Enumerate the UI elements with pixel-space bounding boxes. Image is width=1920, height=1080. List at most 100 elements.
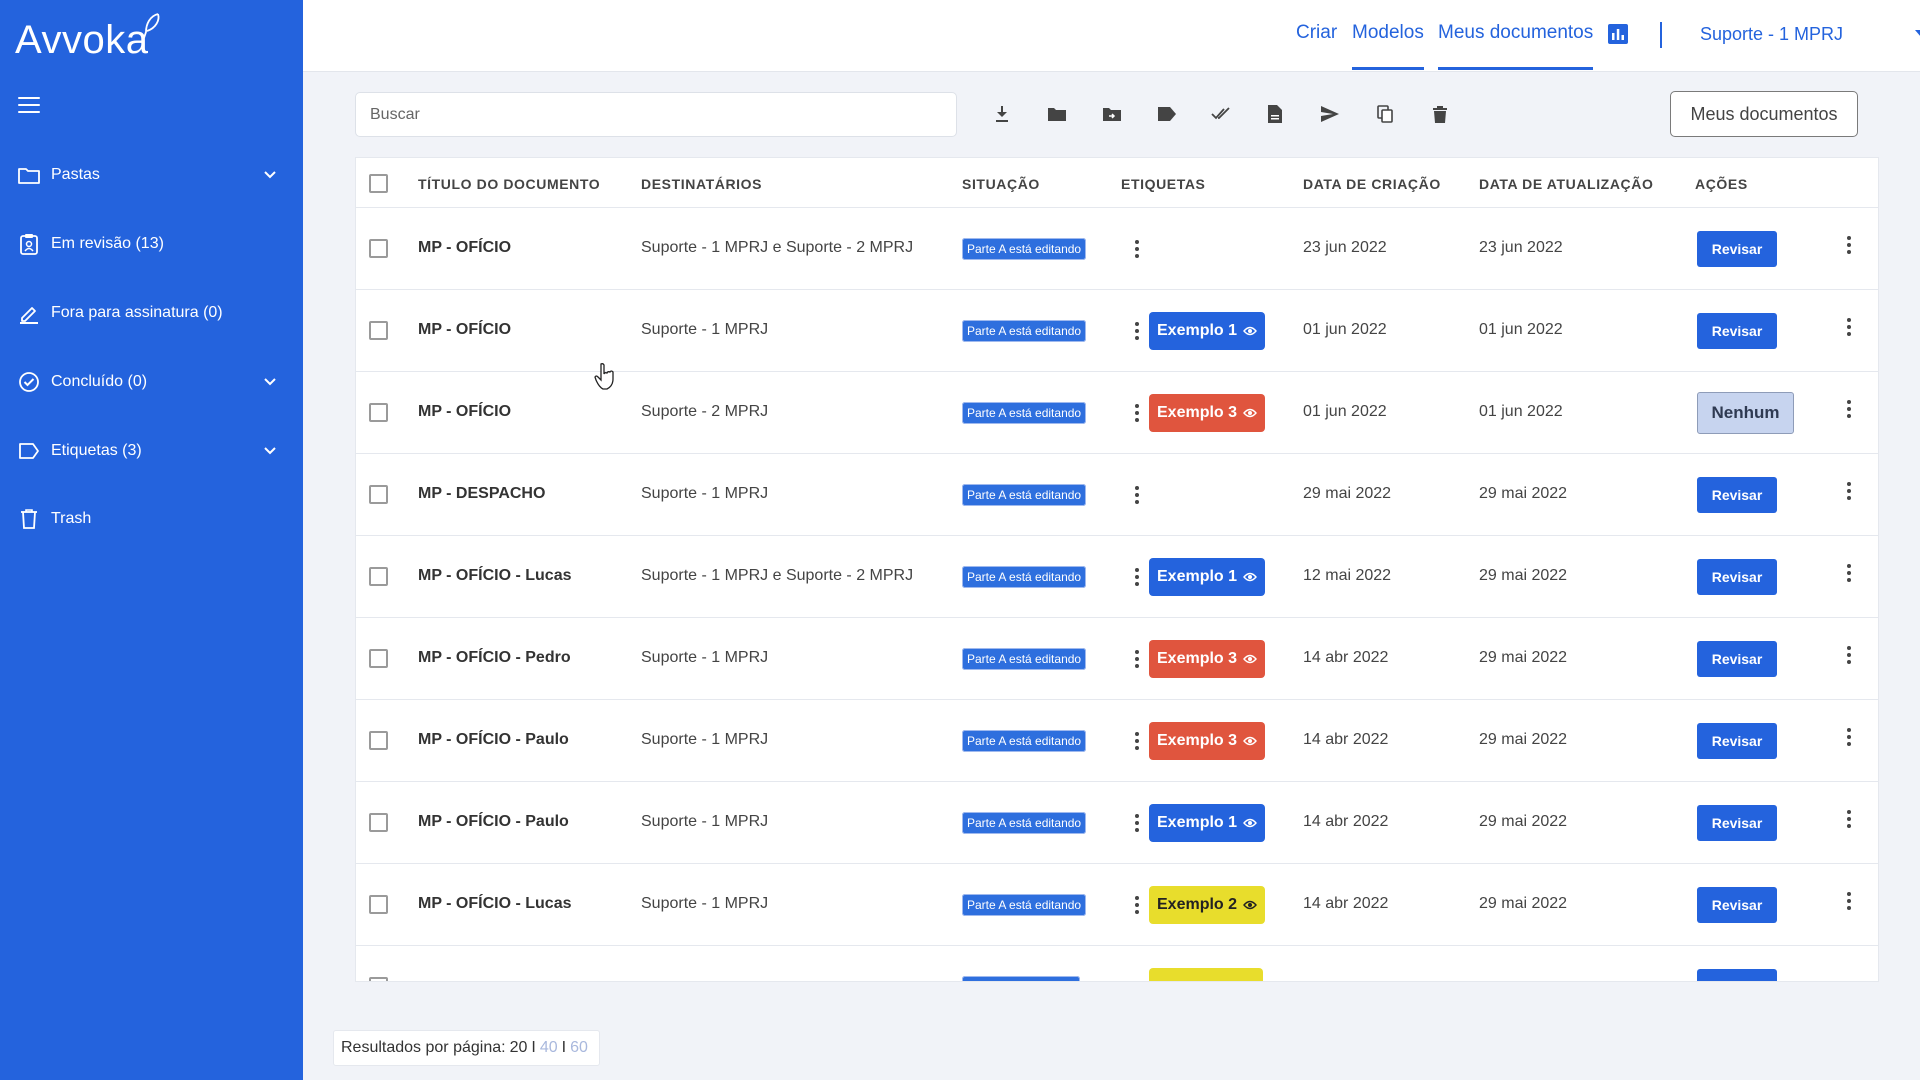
tag-menu-icon[interactable] [1134,484,1140,506]
menu-toggle-icon[interactable] [18,97,40,115]
search-input[interactable] [355,92,957,137]
table-row[interactable]: MP - OFÍCIO - Pedro Suporte - 1 MPRJ Parte… [356,618,1878,700]
user-menu[interactable]: Suporte - 1 MPRJ [1700,24,1843,45]
table-row[interactable]: MP - DESPACHO Suporte - 1 MPRJ Parte A est… [356,454,1878,536]
folder-icon[interactable] [1046,103,1068,125]
row-checkbox[interactable] [369,649,388,668]
table-row[interactable]: MP - OFÍCIO - Lucas Suporte - 1 MPRJ e Su… [356,536,1878,618]
document-title[interactable]: MP - DESPACHO [418,485,545,503]
copy-icon[interactable] [1374,103,1396,125]
column-header-status[interactable]: SITUAÇÃO [962,176,1040,192]
eye-icon[interactable] [1243,736,1257,746]
nav-link-criar[interactable]: Criar [1296,22,1337,44]
review-button[interactable]: Revisar [1697,313,1777,349]
tag-menu-icon[interactable] [1134,320,1140,342]
row-checkbox[interactable] [369,403,388,422]
column-header-created[interactable]: DATA DE CRIAÇÃO [1303,176,1441,192]
row-checkbox[interactable] [369,567,388,586]
chevron-down-icon[interactable] [262,167,278,183]
my-documents-button[interactable]: Meus documentos [1670,91,1858,137]
review-button[interactable]: Revisar [1697,887,1777,923]
delete-icon[interactable] [1429,103,1451,125]
document-title[interactable]: MP - OFÍCIO [418,403,511,421]
document-title[interactable]: MP - OFÍCIO - Paulo [418,731,569,749]
row-checkbox[interactable] [369,895,388,914]
sidebar-item-concluido[interactable]: Concluído (0) [0,360,303,404]
row-checkbox[interactable] [369,731,388,750]
table-row[interactable]: MP - OFÍCIO - Lucas Suporte - 1 MPRJ Parte… [356,864,1878,946]
review-button[interactable]: Revisar [1697,477,1777,513]
document-title[interactable]: MP - OFÍCIO - Lucas [418,895,572,913]
column-header-updated[interactable]: DATA DE ATUALIZAÇÃO [1479,176,1653,192]
column-header-tags[interactable]: ETIQUETAS [1121,176,1205,192]
select-all-checkbox[interactable] [369,174,388,193]
table-row[interactable]: MP - OFÍCIO Suporte - 1 MPRJ e Suporte - … [356,208,1878,290]
sidebar-item-etiquetas[interactable]: Etiquetas (3) [0,429,303,473]
tag-menu-icon[interactable] [1134,402,1140,424]
review-button[interactable]: Revisar [1697,723,1777,759]
row-checkbox[interactable] [369,977,388,981]
tag-chip[interactable]: Exemplo 3 [1149,640,1266,678]
tag-menu-icon[interactable] [1134,238,1140,260]
document-icon[interactable] [1264,103,1286,125]
row-menu-icon[interactable] [1846,316,1852,338]
tag-chip[interactable]: Exemplo 3 [1149,722,1266,760]
tag-menu-icon[interactable] [1134,894,1140,916]
document-title[interactable]: MP - OFÍCIO - Paulo [418,813,569,831]
document-title[interactable]: MP - OFÍCIO [418,239,511,257]
nav-link-modelos[interactable]: Modelos [1352,22,1424,70]
eye-icon[interactable] [1243,900,1257,910]
document-title[interactable]: MP - OFÍCIO [418,321,511,339]
row-menu-icon[interactable] [1846,398,1852,420]
row-menu-icon[interactable] [1846,808,1852,830]
tag-menu-icon[interactable] [1134,648,1140,670]
table-row[interactable]: MP - OFÍCIO - Paulo Suporte - 1 MPRJ Parte… [356,782,1878,864]
review-button[interactable]: Revisar [1697,805,1777,841]
sidebar-item-trash[interactable]: Trash [0,497,303,541]
table-row[interactable]: MP - OFÍCIO - Paulo Suporte - 1 MPRJ Parte… [356,700,1878,782]
sidebar-item-fora-para-assinatura[interactable]: Fora para assinatura (0) [0,291,303,335]
table-row[interactable]: MP - OFÍCIO Suporte - 2 MPRJ Parte A está … [356,372,1878,454]
table-row[interactable]: MP - OFÍCIO Suporte - 1 MPRJ Parte A está … [356,290,1878,372]
bar-chart-icon[interactable] [1608,24,1628,44]
label-icon[interactable] [1156,103,1178,125]
action-none-button[interactable]: Nenhum [1697,392,1794,434]
eye-icon[interactable] [1243,572,1257,582]
review-button[interactable]: Revisar [1697,231,1777,267]
row-menu-icon[interactable] [1846,562,1852,584]
eye-icon[interactable] [1243,654,1257,664]
tag-chip[interactable]: Exemplo 2 [1149,886,1266,924]
review-button[interactable] [1697,969,1777,981]
chevron-down-icon[interactable] [262,374,278,390]
tag-chip[interactable] [1149,968,1263,981]
eye-icon[interactable] [1243,326,1257,336]
row-menu-icon[interactable] [1846,480,1852,502]
tag-menu-icon[interactable] [1134,730,1140,752]
review-button[interactable]: Revisar [1697,641,1777,677]
row-menu-icon[interactable] [1846,234,1852,256]
send-icon[interactable] [1319,103,1341,125]
row-checkbox[interactable] [369,321,388,340]
caret-down-icon[interactable] [1915,30,1920,37]
sidebar-item-em-revisao[interactable]: Em revisão (13) [0,222,303,266]
row-menu-icon[interactable] [1846,644,1852,666]
page-size-20[interactable]: 20 [510,1039,528,1057]
row-menu-icon[interactable] [1846,726,1852,748]
sidebar-item-pastas[interactable]: Pastas [0,153,303,197]
document-title[interactable]: MP - OFÍCIO - Pedro [418,649,571,667]
row-checkbox[interactable] [369,239,388,258]
done-all-icon[interactable] [1210,103,1232,125]
tag-chip[interactable]: Exemplo 1 [1149,804,1266,842]
tag-menu-icon[interactable] [1134,812,1140,834]
move-folder-icon[interactable] [1101,103,1123,125]
download-icon[interactable] [991,103,1013,125]
nav-link-meus-documentos[interactable]: Meus documentos [1438,22,1594,70]
row-menu-icon[interactable] [1846,890,1852,912]
row-checkbox[interactable] [369,485,388,504]
document-title[interactable]: MP - OFÍCIO - Lucas [418,567,572,585]
tag-chip[interactable]: Exemplo 1 [1149,312,1266,350]
tag-menu-icon[interactable] [1134,566,1140,588]
eye-icon[interactable] [1243,818,1257,828]
eye-icon[interactable] [1243,408,1257,418]
page-size-60[interactable]: 60 [570,1039,588,1057]
